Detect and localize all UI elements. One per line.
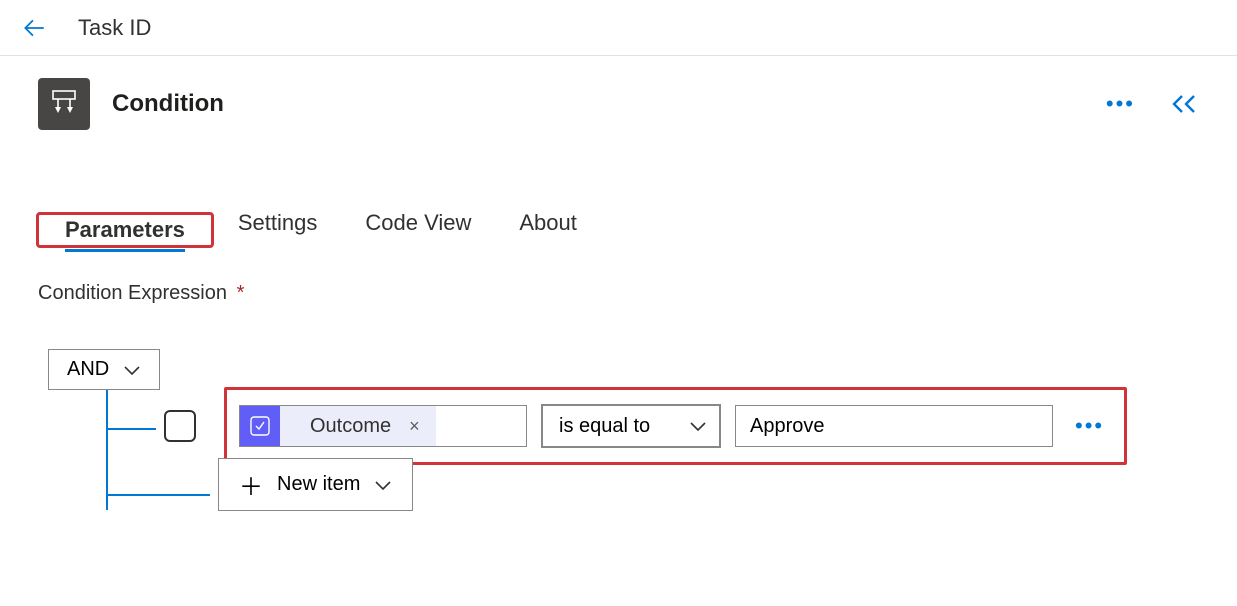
group-operator-dropdown[interactable]: AND bbox=[48, 349, 160, 390]
left-operand-token: Outcome × bbox=[280, 406, 436, 446]
section-label: Condition Expression * bbox=[38, 282, 1237, 305]
page-title: Task ID bbox=[78, 15, 151, 41]
collapse-button[interactable] bbox=[1169, 93, 1199, 115]
new-item-button[interactable]: ＋ New item bbox=[218, 458, 413, 511]
page-header: Task ID bbox=[0, 0, 1237, 56]
token-label: Outcome bbox=[310, 415, 391, 438]
operator-dropdown[interactable]: is equal to bbox=[541, 404, 721, 448]
required-asterisk: * bbox=[237, 282, 245, 304]
condition-builder: AND Outcome × bbox=[48, 349, 1237, 515]
token-remove-button[interactable]: × bbox=[403, 416, 426, 437]
tab-settings[interactable]: Settings bbox=[214, 202, 342, 248]
operator-label: is equal to bbox=[559, 415, 650, 438]
chevron-down-icon bbox=[123, 364, 141, 376]
condition-icon bbox=[47, 87, 81, 121]
card-actions: ••• bbox=[1100, 91, 1199, 117]
back-button[interactable] bbox=[20, 14, 48, 42]
row-select-checkbox[interactable] bbox=[164, 410, 196, 442]
tab-parameters-highlight: Parameters bbox=[36, 212, 214, 248]
plus-icon: ＋ bbox=[239, 467, 263, 502]
condition-card-icon bbox=[38, 78, 90, 130]
condition-row-highlight: Outcome × is equal to Approve ••• bbox=[224, 387, 1127, 465]
group-operator-label: AND bbox=[67, 358, 109, 381]
card-more-menu[interactable]: ••• bbox=[1100, 91, 1141, 117]
left-operand-input[interactable]: Outcome × bbox=[239, 405, 527, 447]
chevron-down-icon bbox=[374, 479, 392, 491]
condition-tree: Outcome × is equal to Approve ••• ＋ New bbox=[48, 390, 1237, 515]
condition-row: Outcome × is equal to Approve ••• bbox=[48, 390, 1237, 462]
right-operand-input[interactable]: Approve bbox=[735, 405, 1053, 447]
dynamic-content-icon bbox=[240, 406, 280, 446]
tabs: Parameters Settings Code View About bbox=[36, 202, 1237, 248]
tab-code-view[interactable]: Code View bbox=[341, 202, 495, 248]
card-header: Condition ••• bbox=[0, 56, 1237, 130]
condition-expression-label: Condition Expression bbox=[38, 282, 227, 304]
double-chevron-left-icon bbox=[1169, 93, 1199, 115]
tab-parameters[interactable]: Parameters bbox=[41, 209, 209, 254]
right-operand-value: Approve bbox=[750, 415, 825, 438]
tree-connector-new bbox=[106, 494, 210, 496]
chevron-down-icon bbox=[689, 420, 707, 432]
row-more-menu[interactable]: ••• bbox=[1067, 413, 1112, 439]
card-title: Condition bbox=[112, 90, 1100, 118]
tab-about[interactable]: About bbox=[495, 202, 601, 248]
new-item-label: New item bbox=[277, 473, 360, 496]
arrow-left-icon bbox=[21, 15, 47, 41]
